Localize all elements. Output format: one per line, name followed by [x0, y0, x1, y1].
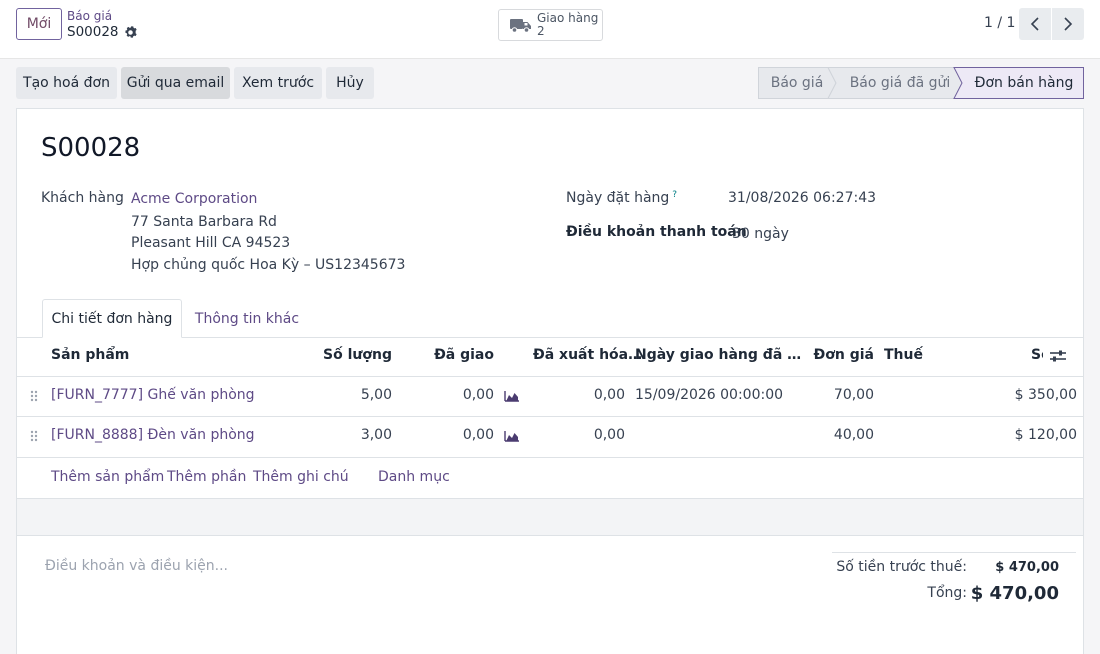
- row-quantity[interactable]: 5,00: [307, 387, 392, 403]
- status-stage-quotation[interactable]: Báo giá: [758, 67, 836, 99]
- row-unit-price[interactable]: 40,00: [797, 427, 874, 443]
- cancel-button[interactable]: Hủy: [326, 67, 374, 99]
- area-chart-icon[interactable]: [504, 430, 520, 442]
- payment-terms-field[interactable]: 30 ngày: [732, 226, 789, 242]
- preview-button[interactable]: Xem trước: [234, 67, 322, 99]
- row-delivered: 0,00: [462, 387, 494, 403]
- row-product[interactable]: [FURN_8888] Đèn văn phòng: [51, 427, 255, 443]
- chevron-right-icon: [1064, 17, 1073, 31]
- row-invoiced: 0,00: [593, 387, 625, 403]
- add-product-link[interactable]: Thêm sản phẩm: [51, 469, 164, 485]
- pager-value[interactable]: 1 / 1: [984, 15, 1015, 31]
- column-header-product[interactable]: Sản phẩm: [51, 347, 129, 363]
- order-date-label: Ngày đặt hàng?: [566, 190, 677, 206]
- add-section-link[interactable]: Thêm phần: [167, 469, 246, 485]
- column-header-quantity[interactable]: Số lượng: [307, 347, 392, 363]
- row-delivered: 0,00: [462, 427, 494, 443]
- chevron-left-icon: [1030, 17, 1039, 31]
- area-chart-icon[interactable]: [504, 390, 520, 402]
- delivery-smart-button[interactable]: Giao hàng 2: [498, 9, 603, 41]
- add-note-link[interactable]: Thêm ghi chú: [253, 469, 349, 485]
- customer-address-line2: Pleasant Hill CA 94523: [131, 235, 291, 251]
- row-invoiced: 0,00: [593, 427, 625, 443]
- row-subtotal: $ 350,00: [1014, 387, 1077, 403]
- column-header-invoiced[interactable]: Đã xuất hóa…: [533, 347, 642, 363]
- row-product[interactable]: [FURN_7777] Ghế văn phòng: [51, 387, 255, 403]
- row-subtotal: $ 120,00: [1014, 427, 1077, 443]
- pager-next-button[interactable]: [1052, 8, 1084, 40]
- untaxed-amount-label: Số tiền trước thuế:: [836, 559, 967, 575]
- breadcrumb: Báo giá S00028: [67, 8, 137, 40]
- column-header-delivery-date[interactable]: Ngày giao hàng đã …: [635, 347, 801, 363]
- control-panel: Mới Báo giá S00028 Giao hàng 2 1 / 1: [0, 0, 1100, 59]
- customer-address-line1: 77 Santa Barbara Rd: [131, 214, 277, 230]
- record-title: S00028: [41, 133, 141, 163]
- total-label: Tổng:: [927, 585, 967, 601]
- order-date-field[interactable]: 31/08/2026 06:27:43: [728, 190, 876, 206]
- breadcrumb-current: S00028: [67, 24, 137, 40]
- totals-divider: [832, 552, 1076, 553]
- customer-field[interactable]: Acme Corporation: [131, 191, 257, 207]
- drag-handle-icon[interactable]: [30, 390, 38, 402]
- status-bar: Báo giá Báo giá đã gửi Đơn bán hàng: [758, 67, 1084, 99]
- total-value: $ 470,00: [970, 583, 1059, 604]
- truck-icon: [510, 19, 531, 33]
- delivery-count: 2: [537, 24, 545, 38]
- create-invoice-button[interactable]: Tạo hoá đơn: [16, 67, 117, 99]
- tab-other-info[interactable]: Thông tin khác: [182, 299, 312, 338]
- status-stage-sales-order[interactable]: Đơn bán hàng: [964, 67, 1084, 99]
- tab-order-lines[interactable]: Chi tiết đơn hàng: [42, 299, 182, 338]
- breadcrumb-parent-link[interactable]: Báo giá: [67, 8, 137, 24]
- customer-address-line3: Hợp chủng quốc Hoa Kỳ – US12345673: [131, 257, 406, 273]
- untaxed-amount-value: $ 470,00: [995, 560, 1059, 575]
- breadcrumb-current-label: S00028: [67, 24, 119, 40]
- new-button[interactable]: Mới: [16, 8, 62, 40]
- column-header-subtotal[interactable]: Sc: [1031, 347, 1043, 363]
- catalog-link[interactable]: Danh mục: [378, 469, 450, 485]
- row-divider: [17, 457, 1083, 458]
- form-sheet: S00028 Khách hàng Acme Corporation 77 Sa…: [16, 108, 1084, 654]
- pager-previous-button[interactable]: [1019, 8, 1051, 40]
- column-header-unit-price[interactable]: Đơn giá: [797, 347, 874, 363]
- column-header-delivered[interactable]: Đã giao: [417, 347, 494, 363]
- send-email-button[interactable]: Gửi qua email: [121, 67, 230, 99]
- column-header-taxes[interactable]: Thuế: [884, 347, 923, 363]
- row-quantity[interactable]: 3,00: [307, 427, 392, 443]
- order-date-label-text: Ngày đặt hàng: [566, 190, 670, 206]
- gear-icon[interactable]: [124, 25, 137, 39]
- table-header-divider: [17, 376, 1083, 377]
- customer-label: Khách hàng: [41, 190, 124, 206]
- payment-terms-label: Điều khoản thanh toán: [566, 224, 747, 240]
- row-unit-price[interactable]: 70,00: [797, 387, 874, 403]
- delivery-smart-text: Giao hàng 2: [537, 12, 598, 38]
- terms-and-conditions-field[interactable]: Điều khoản và điều kiện...: [45, 558, 228, 574]
- drag-handle-icon[interactable]: [30, 430, 38, 442]
- row-delivery-date[interactable]: 15/09/2026 00:00:00: [635, 387, 783, 403]
- sliders-icon[interactable]: [1049, 349, 1067, 363]
- help-tooltip-icon[interactable]: ?: [672, 190, 677, 200]
- delivery-label: Giao hàng: [537, 11, 599, 25]
- status-stage-quotation-sent[interactable]: Báo giá đã gửi: [838, 67, 962, 99]
- table-footer-band: [17, 498, 1083, 536]
- row-divider: [17, 416, 1083, 417]
